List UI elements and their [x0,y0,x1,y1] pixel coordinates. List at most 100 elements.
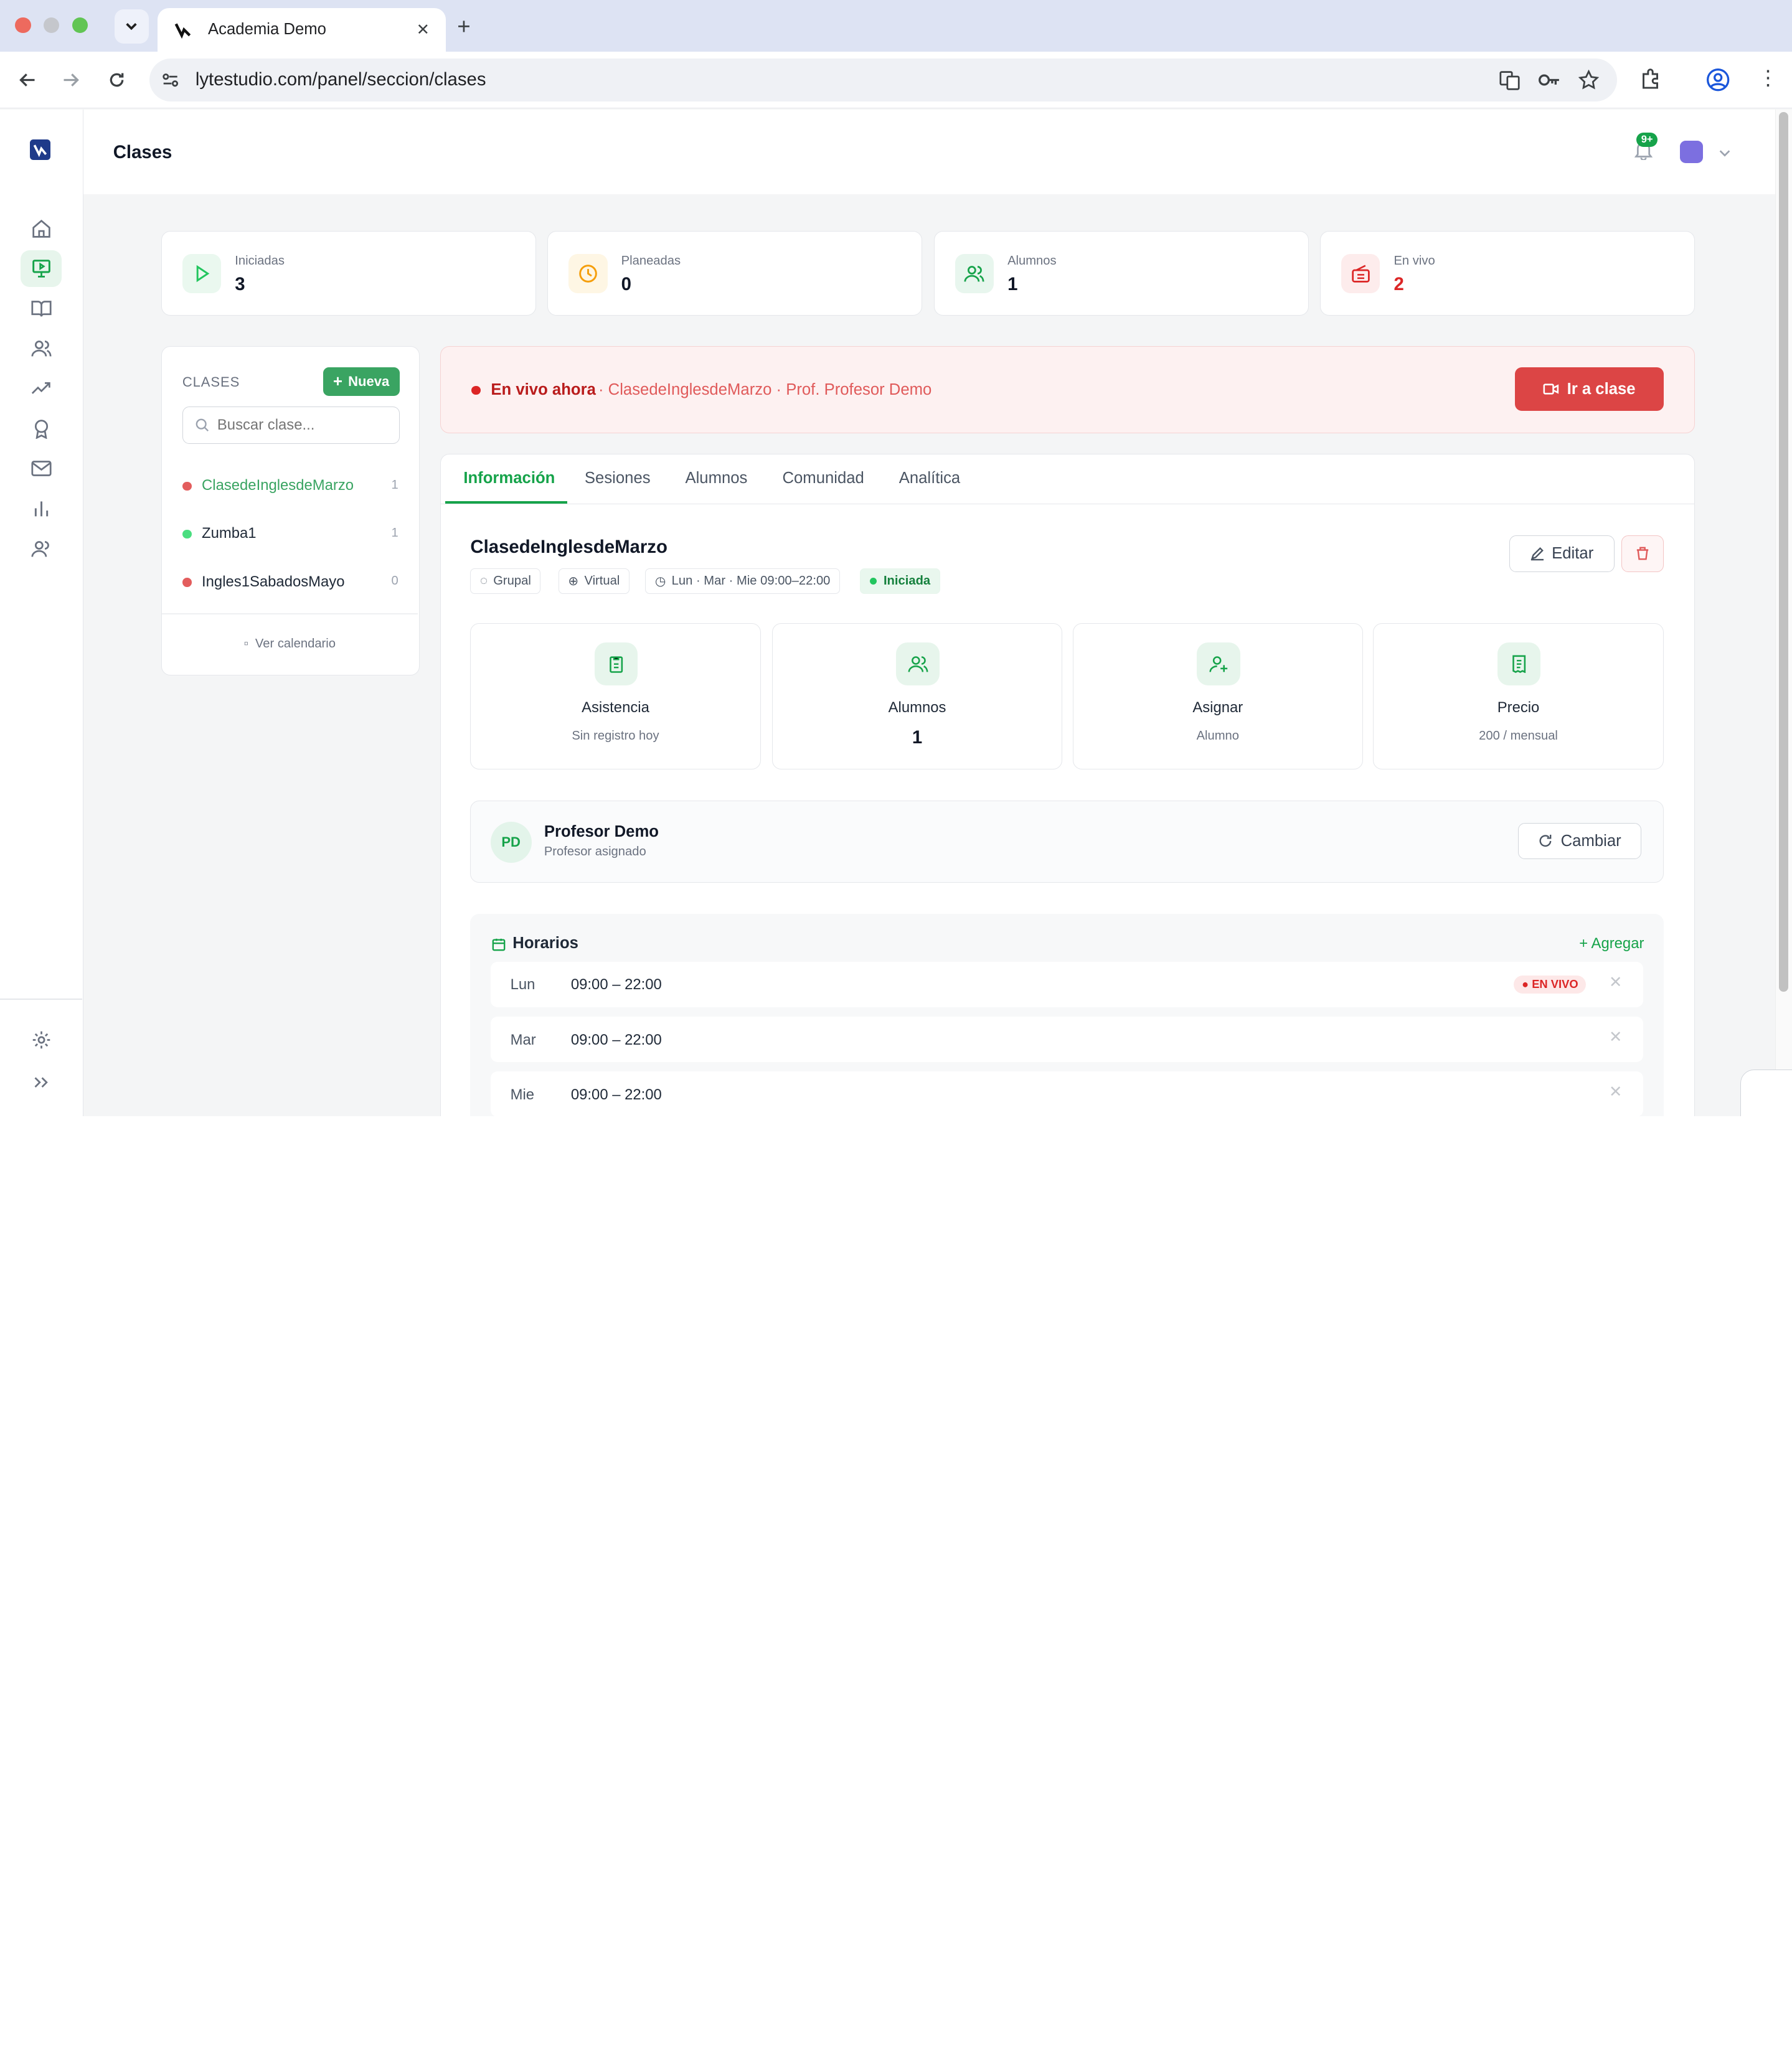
go-to-class-button[interactable]: Ir a clase [1515,367,1664,411]
stat-value: 3 [235,273,245,294]
search-icon [196,418,209,431]
edit-label: Editar [1552,544,1594,562]
close-tab-icon[interactable]: ✕ [417,21,430,39]
maximize-window-button[interactable] [72,17,88,34]
expand-sidebar-button[interactable] [21,1064,62,1101]
radio-icon [1341,254,1380,293]
class-name: ClasedeInglesdeMarzo [202,477,354,494]
presentation-icon [32,260,50,278]
nav-classes[interactable] [21,250,62,287]
add-schedule-button[interactable]: + Agregar [1579,935,1644,952]
class-list-item[interactable]: Ingles1SabadosMayo 0 [162,568,418,596]
users-icon [896,642,940,686]
delete-button[interactable] [1621,535,1664,572]
page-header: Clases 9+ [83,110,1775,195]
class-list-item[interactable]: Zumba1 1 [162,520,418,548]
search-input[interactable] [217,413,389,437]
app-sidebar [0,110,83,1117]
nav-reports[interactable] [21,490,62,527]
nav-courses[interactable] [21,290,62,327]
class-detail-card: Información Sesiones Alumnos Comunidad A… [440,453,1695,1117]
stat-card: Planeadas 0 [547,230,923,316]
tab-informacion[interactable]: Información [463,469,555,487]
remove-schedule-icon[interactable]: ✕ [1609,1083,1623,1101]
live-detail: · ClasedeInglesdeMarzo · Prof. Profesor … [598,381,932,399]
chip-schedule-label: Lun · Mar · Mie 09:00–22:00 [671,573,831,588]
tab-sesiones[interactable]: Sesiones [585,469,651,487]
detail-tabs: Información Sesiones Alumnos Comunidad A… [440,454,1695,505]
key-icon[interactable] [1537,70,1560,90]
notifications-button[interactable]: 9+ [1633,132,1658,164]
chip-type: ◌ Grupal [470,568,541,594]
close-window-button[interactable] [14,17,31,34]
new-class-button[interactable]: + Nueva [323,367,400,397]
nav-home[interactable] [21,210,62,247]
users-icon [31,341,52,357]
scrollbar-thumb[interactable] [1779,111,1788,992]
price-card[interactable]: Precio 200 / mensual [1373,623,1664,770]
stat-value: 2 [1394,273,1404,294]
translate-icon[interactable] [1499,70,1520,90]
extensions-icon[interactable] [1640,67,1663,90]
remove-schedule-icon[interactable]: ✕ [1609,973,1623,992]
nav-students[interactable] [21,330,62,367]
nav-messages[interactable] [21,450,62,487]
account-menu-button[interactable] [1679,140,1736,166]
calendar-link[interactable]: ▫ Ver calendario [162,637,418,651]
site-settings-icon[interactable] [161,71,179,89]
stat-value: 0 [621,273,632,294]
class-name: Ingles1SabadosMayo [202,573,345,590]
clock-icon [568,254,608,293]
reload-button[interactable] [103,66,130,93]
tab-search-button[interactable] [114,9,149,44]
live-banner: En vivo ahora · ClasedeInglesdeMarzo · P… [440,346,1695,433]
nav-certificates[interactable] [21,410,62,447]
browser-tab[interactable]: Academia Demo ✕ [158,7,446,52]
teacher-name: Profesor Demo [544,822,659,840]
tab-alumnos[interactable]: Alumnos [685,469,747,487]
bookmark-star-icon[interactable] [1578,69,1599,90]
schedule-row: Mar 09:00 – 22:00 ✕ [491,1016,1643,1063]
profile-icon[interactable] [1705,67,1730,92]
sidebar-divider [0,999,83,1000]
floating-widget[interactable] [1740,1070,1792,1117]
user-icon: ◌ [480,573,488,588]
browser-menu-icon[interactable]: ⋮ [1758,65,1778,90]
stat-value: 1 [1007,273,1018,294]
remove-schedule-icon[interactable]: ✕ [1609,1028,1623,1046]
chevron-down-icon [1719,150,1730,157]
clipboard-icon [594,642,638,686]
mail-icon [31,461,52,476]
tab-title: Academia Demo [208,21,326,39]
arrow-right-icon [64,73,80,87]
refresh-icon [1539,834,1552,847]
assign-card[interactable]: Asignar Alumno [1072,623,1363,770]
class-list-item[interactable]: ClasedeInglesdeMarzo 1 [162,473,418,500]
edit-button[interactable]: Editar [1509,535,1615,572]
nav-team[interactable] [21,530,62,567]
search-field[interactable] [182,406,400,444]
forward-button[interactable] [57,66,85,93]
tab-analitica[interactable]: Analítica [899,469,961,487]
nav-trends[interactable] [21,370,62,407]
students-count: 1 [912,726,923,748]
tab-comunidad[interactable]: Comunidad [782,469,864,487]
new-tab-button[interactable]: + [457,14,470,40]
back-button[interactable] [14,66,41,93]
minimize-window-button[interactable] [43,17,60,34]
class-name: Zumba1 [202,525,257,542]
stat-card: Alumnos 1 [933,230,1309,316]
active-tab-indicator [445,501,568,504]
app-logo[interactable] [29,139,50,160]
stat-label: Iniciadas [235,254,285,268]
students-card[interactable]: Alumnos 1 [771,623,1063,770]
clock-icon: ◷ [654,574,666,588]
nav-settings[interactable] [21,1022,62,1058]
stat-label: Alumnos [1007,254,1057,268]
live-badge: ● EN VIVO [1514,975,1587,994]
chevrons-right-icon [34,1076,49,1088]
change-teacher-button[interactable]: Cambiar [1517,822,1641,860]
attendance-card[interactable]: Asistencia Sin registro hoy [470,623,761,770]
page-scrollbar[interactable] [1775,110,1792,1117]
address-bar[interactable]: lytestudio.com/panel/seccion/clases [149,58,1618,102]
